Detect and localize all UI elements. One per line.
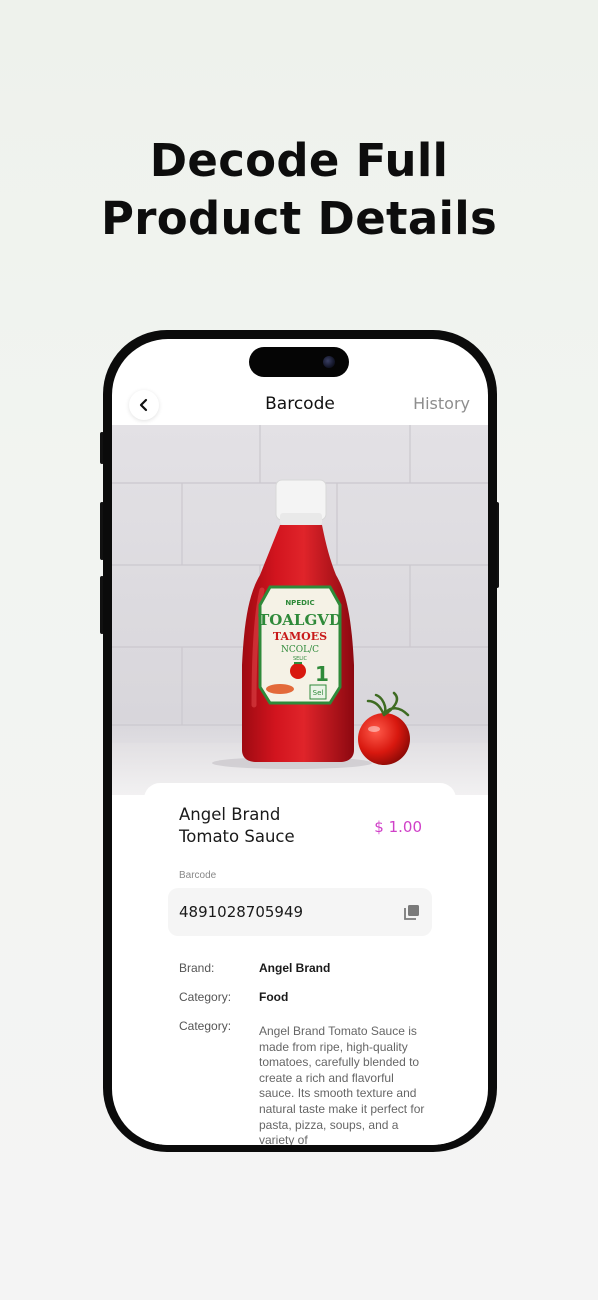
brand-value: Angel Brand <box>259 961 331 975</box>
brand-label: Brand: <box>179 961 215 975</box>
label-art-number: 1 <box>315 662 329 686</box>
headline-line-2: Product Details <box>100 192 498 245</box>
label-art-line1: NPEDIC <box>285 599 314 607</box>
copy-icon[interactable] <box>404 904 420 920</box>
product-name: Angel Brand Tomato Sauce <box>179 804 349 848</box>
history-link[interactable]: History <box>413 394 470 413</box>
label-art-line4: NCOL/C <box>281 645 319 655</box>
headline-line-1: Decode Full <box>149 134 449 187</box>
product-name-line-2: Tomato Sauce <box>179 827 295 846</box>
product-name-line-1: Angel Brand <box>179 805 281 824</box>
label-art-line5: SELIC <box>293 656 308 662</box>
barcode-field: 4891028705949 <box>168 888 432 936</box>
phone-frame: Barcode History NPEDIC TOALGVD TAMOES NC… <box>103 330 497 1152</box>
product-price: $ 1.00 <box>374 818 422 836</box>
description-text: Angel Brand Tomato Sauce is made from ri… <box>259 1024 425 1145</box>
label-art-line2: TOALGVD <box>258 611 342 629</box>
category-value: Food <box>259 990 289 1004</box>
category-label: Category: <box>179 990 232 1004</box>
product-info-card: Angel Brand Tomato Sauce $ 1.00 Barcode … <box>144 783 456 1145</box>
phone-screen: Barcode History NPEDIC TOALGVD TAMOES NC… <box>112 339 488 1145</box>
camera-icon <box>323 356 335 368</box>
dynamic-island <box>249 347 349 377</box>
barcode-value: 4891028705949 <box>179 903 304 921</box>
label-art-line3: TAMOES <box>273 630 327 643</box>
label-art-small: Sel <box>313 689 324 697</box>
description-label: Category: <box>179 1019 232 1033</box>
barcode-label: Barcode <box>179 870 217 881</box>
headline: Decode Full Product Details <box>0 132 598 248</box>
product-photo: NPEDIC TOALGVD TAMOES NCOL/C SELIC 1 Sel <box>112 425 488 795</box>
